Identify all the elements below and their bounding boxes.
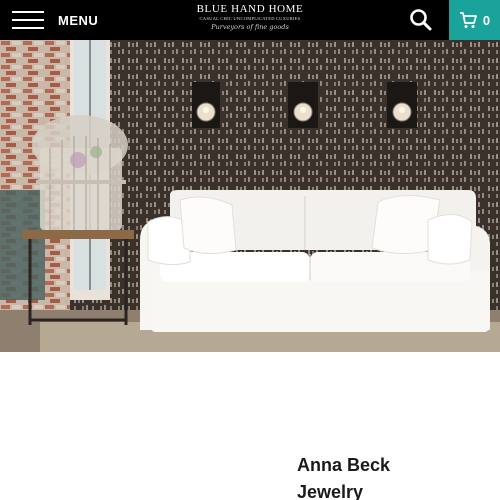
birdcage-icon — [32, 115, 128, 230]
cart-icon — [459, 12, 477, 28]
cart-count: 0 — [482, 12, 491, 28]
site-header: MENU BLUE HAND HOME CASUAL CHIC UNCOMPLI… — [0, 0, 500, 40]
site-logo[interactable]: BLUE HAND HOME CASUAL CHIC UNCOMPLICATED… — [190, 3, 310, 37]
menu-label: MENU — [58, 12, 99, 28]
product-title-line-1: Anna Beck — [297, 455, 391, 475]
search-button[interactable] — [408, 7, 434, 33]
cart-button[interactable]: 0 — [449, 0, 500, 40]
hero-image — [0, 40, 500, 352]
hamburger-icon — [12, 8, 46, 32]
sofa-icon — [140, 190, 490, 332]
logo-name: BLUE HAND HOME — [196, 3, 304, 15]
search-icon — [410, 9, 432, 31]
wall-sconce-icon — [288, 82, 318, 128]
wall-sconce-icon — [192, 82, 220, 128]
logo-script: Purveyors of fine goods — [211, 23, 289, 31]
hero-scene — [0, 40, 500, 352]
menu-button[interactable]: MENU — [12, 8, 102, 32]
product-title[interactable]: Anna Beck Jewelry — [297, 452, 487, 500]
product-title-line-2: Jewelry — [297, 482, 364, 500]
wall-sconce-icon — [387, 82, 417, 128]
logo-tagline: CASUAL CHIC UNCOMPLICATED LUXURIES — [199, 16, 301, 21]
